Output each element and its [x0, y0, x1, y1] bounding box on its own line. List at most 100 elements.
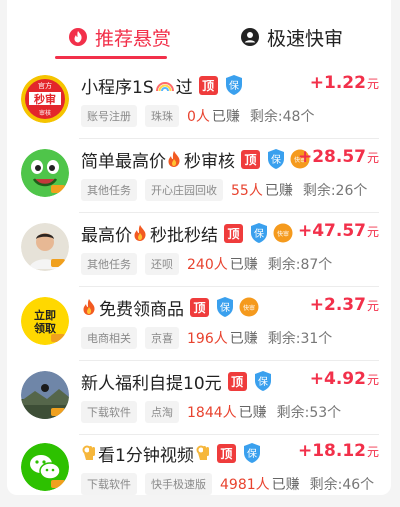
active-tab-indicator — [55, 56, 167, 59]
task-app-tag: 还呗 — [145, 253, 179, 275]
reward-value: +1.22 — [309, 73, 366, 93]
reward-unit: 元 — [366, 77, 379, 91]
task-item[interactable]: 看1分钟视频 顶 保 +18.12 元 下载软件 快手极速版 4981人 已赚 剩… — [7, 433, 391, 507]
tab-recommended[interactable]: 推荐悬赏 — [67, 22, 171, 52]
reward-amount: +4.92 元 — [310, 369, 379, 389]
task-meta: 账号注册 珠珠 0人 已赚 剩余:48个 — [81, 105, 314, 127]
tab-bar: 推荐悬赏 极速快审 — [7, 0, 391, 64]
reward-amount: +18.12 元 — [298, 441, 379, 461]
earned-count: 240人 — [187, 257, 228, 273]
remaining-count: 剩余:48个 — [249, 109, 315, 125]
task-title-suffix: 过 — [175, 77, 193, 98]
task-app-tag: 快手极速版 — [145, 473, 212, 495]
task-title-text: 免费领商品 — [99, 299, 184, 320]
reward-unit: 元 — [366, 225, 379, 239]
remaining-count: 剩余:46个 — [309, 477, 375, 493]
earned-label: 已赚 — [229, 331, 258, 347]
task-title-text: 新人福利自提10元 — [81, 373, 222, 394]
remaining-count: 剩余:31个 — [267, 331, 333, 347]
svg-text:保: 保 — [220, 301, 230, 314]
task-meta: 下载软件 快手极速版 4981人 已赚 剩余:46个 — [81, 473, 374, 495]
task-item[interactable]: 最高价 秒批秒结 顶 保 快审 +47.57 元 其他任务 还呗 240人 已赚 … — [7, 213, 391, 287]
svg-text:快审: 快审 — [277, 230, 289, 238]
task-title-text: 简单最高价 — [81, 151, 166, 172]
reward-value: +4.92 — [309, 369, 366, 389]
tab-fast-review[interactable]: 极速快审 — [239, 22, 343, 52]
task-title-text: 看1分钟视频 — [98, 445, 194, 466]
task-avatar-frog — [21, 149, 69, 197]
task-avatar-landscape — [21, 371, 69, 419]
task-item[interactable]: 简单最高价 秒审核 顶 保 快审 +28.57 元 其他任务 开心庄园回收 55人… — [7, 139, 391, 213]
reward-unit: 元 — [366, 151, 379, 165]
task-app-tag: 京喜 — [145, 327, 179, 349]
earned-count: 1844人 — [187, 405, 237, 421]
reward-amount: +28.57 元 — [298, 147, 379, 167]
top-badge: 顶 — [216, 443, 236, 463]
task-avatar-person — [21, 223, 69, 271]
task-item[interactable]: 立即 领取 免费领商品 顶 保 快审 +2.37元 电商相关 京喜 196人 — [7, 287, 391, 361]
reward-amount: +47.57 元 — [298, 221, 379, 241]
rainbow-icon — [155, 78, 175, 92]
task-item[interactable]: 新人福利自提10元 顶 保 +4.92 元 下载软件 点淘 1844人 已赚 剩余… — [7, 361, 391, 435]
shield-icon: 保 — [266, 148, 286, 170]
earned-count: 4981人 — [220, 477, 270, 493]
reward-amount: +1.22 元 — [310, 73, 379, 93]
remaining-count: 剩余:87个 — [267, 257, 333, 273]
task-title: 小程序1S 过 顶 保 — [81, 72, 248, 98]
earned-count: 196人 — [187, 331, 228, 347]
task-category-tag: 下载软件 — [81, 473, 137, 495]
reward-unit: 元 — [366, 299, 379, 313]
fire-icon — [81, 298, 97, 316]
task-title: 免费领商品 顶 保 快审 — [81, 294, 261, 320]
task-meta: 其他任务 开心庄园回收 55人 已赚 剩余:26个 — [81, 179, 367, 201]
flame-icon — [67, 26, 89, 48]
task-avatar-claim: 立即 领取 — [21, 297, 69, 345]
fast-review-icon: 快审 — [273, 223, 293, 243]
task-title: 简单最高价 秒审核 顶 保 快审 — [81, 146, 312, 172]
svg-text:官方: 官方 — [38, 81, 52, 90]
earned-count: 55人 — [231, 183, 263, 199]
reward-unit: 元 — [366, 373, 379, 387]
task-category-tag: 电商相关 — [81, 327, 137, 349]
svg-text:立即: 立即 — [34, 308, 56, 322]
earned-label: 已赚 — [264, 183, 293, 199]
task-app-tag: 开心庄园回收 — [145, 179, 223, 201]
top-badge: 顶 — [224, 223, 243, 243]
task-app-tag: 点淘 — [145, 401, 179, 423]
shield-icon: 保 — [249, 222, 269, 244]
earned-label: 已赚 — [238, 405, 267, 421]
remaining-count: 剩余:26个 — [302, 183, 368, 199]
task-meta: 下载软件 点淘 1844人 已赚 剩余:53个 — [81, 401, 341, 423]
task-title-text: 小程序1S — [81, 77, 154, 98]
task-title-text: 最高价 — [81, 225, 132, 246]
svg-text:保: 保 — [247, 447, 257, 460]
task-category-tag: 账号注册 — [81, 105, 137, 127]
shield-icon: 保 — [215, 296, 235, 318]
shield-icon: 保 — [224, 74, 244, 96]
fire-icon — [166, 150, 182, 168]
task-title: 新人福利自提10元 顶 保 — [81, 368, 277, 394]
task-title: 最高价 秒批秒结 顶 保 快审 — [81, 220, 295, 246]
svg-text:秒审: 秒审 — [34, 92, 56, 106]
shield-icon: 保 — [242, 442, 262, 464]
task-title-suffix: 秒批秒结 — [150, 225, 218, 246]
fire-icon — [132, 224, 148, 242]
svg-text:保: 保 — [258, 375, 268, 388]
tab-recommended-label: 推荐悬赏 — [95, 27, 172, 50]
task-meta: 其他任务 还呗 240人 已赚 剩余:87个 — [81, 253, 332, 275]
earned-label: 已赚 — [271, 477, 300, 493]
user-circle-icon — [239, 26, 261, 48]
tab-fast-review-label: 极速快审 — [267, 27, 344, 50]
top-badge: 顶 — [190, 297, 209, 317]
earned-label: 已赚 — [229, 257, 258, 273]
svg-text:快审: 快审 — [243, 304, 255, 312]
svg-text:审核: 审核 — [39, 109, 51, 117]
svg-text:领取: 领取 — [33, 321, 56, 335]
shield-icon: 保 — [253, 370, 273, 392]
remaining-count: 剩余:53个 — [276, 405, 342, 421]
earned-label: 已赚 — [211, 109, 240, 125]
svg-text:保: 保 — [271, 153, 281, 166]
ok-hand-icon — [81, 444, 97, 462]
task-avatar-wechat — [21, 443, 69, 491]
task-item[interactable]: 官方 秒审 审核 小程序1S 过 顶 保 +1.22 元 账号注册 珠珠 0人 … — [7, 65, 391, 139]
